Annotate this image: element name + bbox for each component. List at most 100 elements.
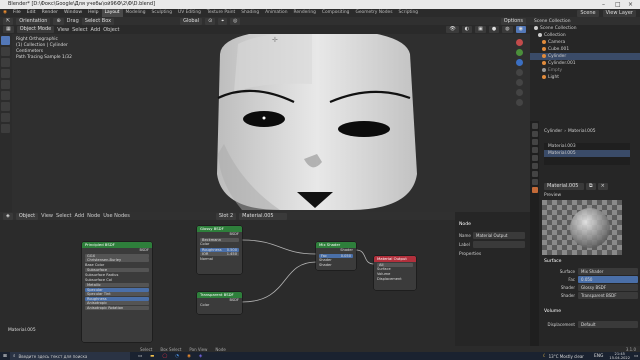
camera-view-icon[interactable] (515, 89, 523, 96)
move-tool-icon[interactable] (1, 58, 10, 67)
discord-icon[interactable]: ◈ (199, 354, 202, 359)
tool-props-icon[interactable] (531, 123, 538, 129)
tab-texture-paint[interactable]: Texture Paint (204, 9, 238, 17)
delete-icon[interactable]: × (597, 183, 608, 190)
shader2-field[interactable]: Transparent BSDF (578, 291, 638, 299)
node-menu-add[interactable]: Add (74, 213, 84, 219)
taskbar-search-box[interactable]: ⌕ Введите здесь текст для поиска (10, 352, 130, 360)
outliner-item[interactable]: Cube.001 (530, 46, 640, 53)
editor-type-icon[interactable]: ▦ (3, 26, 14, 33)
material-slot-selected[interactable]: Material.005 (544, 150, 630, 157)
measure-tool-icon[interactable] (1, 113, 10, 122)
principled-bsdf-node[interactable]: Principled BSDF BSDF GGX Christensen-Bur… (82, 242, 152, 342)
preview-header[interactable]: Preview (544, 193, 561, 198)
transform-icon[interactable]: ⇱ (3, 17, 14, 25)
outliner-item[interactable]: Camera (530, 39, 640, 46)
surface-shader-field[interactable]: Mix Shader (578, 267, 638, 275)
object-props-icon[interactable] (531, 163, 538, 169)
snap-icon[interactable]: ⌖ (218, 17, 228, 25)
surface-section-header[interactable]: Surface (544, 259, 562, 264)
select-box-dropdown[interactable]: Select Box (81, 17, 115, 25)
slot-dropdown[interactable]: Slot 2 (215, 212, 237, 220)
viewport-menu-select[interactable]: Select (72, 27, 87, 33)
pivot-icon[interactable]: ⊙ (205, 17, 216, 25)
select-tool-icon[interactable] (1, 36, 10, 45)
node-material-field[interactable]: Material.005 (239, 212, 288, 220)
tab-layout[interactable]: Layout (101, 9, 123, 17)
menu-help[interactable]: Help (85, 9, 101, 17)
orientation-dropdown[interactable]: Orientation (16, 17, 51, 25)
task-view-icon[interactable]: ▭ (138, 354, 142, 359)
cursor-tool-icon[interactable] (1, 47, 10, 56)
material-slot[interactable]: Material.003 (544, 143, 630, 150)
world-props-icon[interactable] (531, 155, 538, 161)
tab-rendering[interactable]: Rendering (291, 9, 319, 17)
tab-uv-editing[interactable]: UV Editing (175, 9, 204, 17)
options-dropdown[interactable]: Options (500, 17, 526, 25)
node-object-dropdown[interactable]: Object (15, 212, 39, 220)
blender-logo-icon[interactable]: ◉ (0, 9, 10, 17)
scene-selector[interactable]: Scene (577, 9, 599, 17)
proportional-icon[interactable]: ◎ (230, 17, 241, 25)
pan-hand-icon[interactable] (515, 79, 523, 86)
taskbar-clock[interactable]: 21:45 15.04.2022 (609, 352, 630, 360)
outliner-item[interactable]: Cylinder.001 (530, 60, 640, 67)
blender-taskbar-icon[interactable]: ◉ (187, 354, 191, 359)
viewport-menu-add[interactable]: Add (91, 27, 101, 33)
material-slot-list[interactable]: Material.003 Material.005 (544, 143, 630, 165)
transform-tool-icon[interactable] (1, 91, 10, 100)
tab-shading[interactable]: Shading (238, 9, 262, 17)
material-output-node[interactable]: Material Output All Surface Volume Displ… (374, 256, 416, 290)
minimize-icon[interactable]: – (602, 1, 605, 8)
node-label-field[interactable] (473, 241, 525, 248)
3d-viewport[interactable]: ✛ (12, 34, 530, 212)
weather-text[interactable]: 13°C Mostly clear (549, 354, 584, 359)
maximize-icon[interactable]: □ (615, 1, 621, 8)
menu-edit[interactable]: Edit (24, 9, 39, 17)
scale-tool-icon[interactable] (1, 80, 10, 89)
visibility-icon[interactable]: 👁 (446, 26, 459, 33)
shading-solid-icon[interactable]: ● (488, 26, 500, 33)
node-sidebar-header[interactable]: Node (459, 222, 471, 227)
outliner-item[interactable]: Collection (530, 32, 640, 39)
axis-y-gizmo[interactable] (515, 49, 523, 56)
close-icon[interactable]: × (628, 1, 633, 8)
transparent-bsdf-node[interactable]: Transparent BSDF BSDF Color (197, 292, 242, 314)
opera-icon[interactable]: ◯ (162, 354, 167, 359)
axis-x-gizmo[interactable] (515, 39, 523, 46)
node-properties-header[interactable]: Properties (459, 252, 481, 257)
outliner-item[interactable]: Light (530, 74, 640, 81)
tab-animation[interactable]: Animation (262, 9, 290, 17)
node-editor-type-icon[interactable]: ◈ (3, 212, 13, 220)
use-nodes-checkbox[interactable]: Use Nodes (103, 213, 130, 219)
material-props-icon[interactable] (531, 187, 538, 193)
node-name-field[interactable]: Material Output (473, 232, 525, 239)
axis-z-gizmo[interactable] (515, 59, 523, 66)
menu-window[interactable]: Window (61, 9, 85, 17)
default-dropdown[interactable]: ⊕ (53, 17, 64, 25)
mode-dropdown[interactable]: Object Mode (16, 26, 55, 33)
menu-file[interactable]: File (10, 9, 24, 17)
tab-compositing[interactable]: Compositing (319, 9, 353, 17)
glossy-bsdf-node[interactable]: Glossy BSDF BSDF Beckmann Color Roughnes… (197, 226, 242, 274)
shader1-field[interactable]: Glossy BSDF (578, 283, 638, 291)
tab-sculpting[interactable]: Sculpting (149, 9, 176, 17)
shading-material-icon[interactable]: ◍ (502, 26, 513, 33)
node-menu-select[interactable]: Select (56, 213, 71, 219)
scene-props-icon[interactable] (531, 147, 538, 153)
viewport-menu-view[interactable]: View (57, 27, 69, 33)
output-props-icon[interactable] (531, 139, 538, 145)
tab-scripting[interactable]: Scripting (396, 9, 422, 17)
xray-icon[interactable]: ▣ (475, 26, 486, 33)
material-name-field[interactable]: Material.005 (544, 183, 584, 190)
overlay-icon[interactable]: ◐ (461, 26, 473, 33)
edge-icon[interactable]: ◔ (175, 354, 179, 359)
shading-rendered-icon[interactable]: ◉ (515, 26, 526, 33)
volume-section-header[interactable]: Volume (544, 309, 561, 314)
viewport-menu-object[interactable]: Object (103, 27, 119, 33)
modifier-props-icon[interactable] (531, 171, 538, 177)
global-dropdown[interactable]: Global (180, 17, 203, 25)
node-menu-view[interactable]: View (41, 213, 53, 219)
mix-shader-node[interactable]: Mix Shader Shader Fac 0.050 Shader Shader (316, 242, 356, 270)
add-cube-tool-icon[interactable] (1, 124, 10, 133)
